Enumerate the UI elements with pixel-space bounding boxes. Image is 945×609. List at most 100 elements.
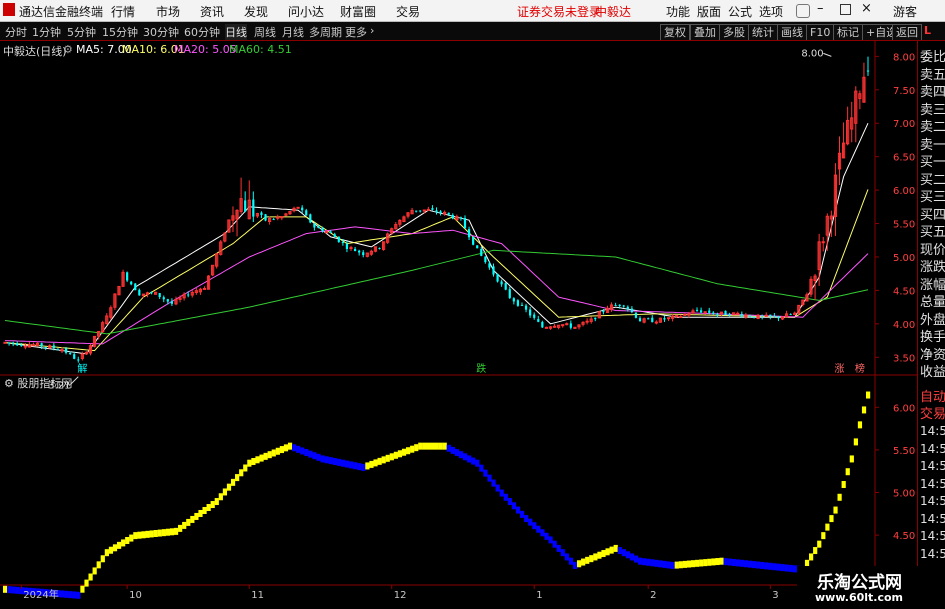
indicator-block — [68, 591, 73, 599]
candle-body-down — [353, 248, 357, 252]
indicator-block — [650, 559, 655, 567]
candle-body-down — [244, 200, 247, 212]
price-tick-label: 3.50 — [893, 353, 915, 364]
candle-body-down — [16, 343, 19, 346]
indicator-block — [585, 556, 590, 564]
indicator-block — [198, 509, 203, 517]
indicator-block — [524, 515, 529, 523]
indicator-block — [271, 449, 276, 457]
guest-user-label[interactable]: 游客 — [893, 3, 917, 20]
candle-body-down — [12, 342, 15, 344]
indicator-block — [300, 447, 305, 455]
indicator-block — [772, 563, 777, 571]
indicator-block — [214, 498, 219, 506]
indicator-block — [11, 586, 16, 594]
indicator-block — [821, 532, 826, 540]
quote-label: 外盘 — [920, 312, 945, 328]
indicator-block — [381, 456, 386, 464]
candle-body-down — [866, 70, 870, 72]
indicator-block — [308, 450, 313, 458]
indicator-block — [169, 528, 175, 536]
indicator-block — [247, 459, 252, 467]
menu-wenxiaoda[interactable]: 问小达 — [288, 3, 324, 20]
candle-body-down — [134, 283, 137, 291]
menu-hangqing[interactable]: 行情 — [111, 3, 135, 20]
candle-body-down — [463, 218, 467, 229]
candle-body-up — [666, 317, 671, 320]
candle-body-down — [431, 208, 434, 210]
indicator-block — [540, 529, 545, 537]
quote-label: 买二 — [920, 172, 945, 188]
menu-faxian[interactable]: 发现 — [244, 3, 268, 20]
candle-body-down — [594, 317, 597, 320]
indicator-block — [776, 563, 781, 571]
quote-label: 总量 — [920, 295, 945, 310]
indicator-block — [430, 442, 435, 450]
candle-body-down — [467, 229, 471, 238]
indicator-block — [353, 462, 358, 470]
close-icon[interactable]: × — [861, 1, 872, 16]
candle-body-down — [345, 243, 349, 249]
candle-body-down — [541, 321, 544, 328]
login-status[interactable]: 证券交易未登录 — [517, 3, 601, 20]
menu-banmian[interactable]: 版面 — [697, 3, 721, 20]
indicator-block — [422, 442, 427, 450]
user-icon[interactable] — [796, 4, 810, 18]
candle-body-up — [675, 314, 679, 317]
candle-body-down — [638, 318, 642, 322]
menu-gongshi[interactable]: 公式 — [728, 3, 752, 20]
menu-caifuquan[interactable]: 财富圈 — [340, 3, 376, 20]
candle-body-down — [69, 352, 72, 354]
menu-shichang[interactable]: 市场 — [156, 3, 180, 20]
chart-grid — [0, 40, 917, 597]
candle-body-up — [324, 231, 329, 234]
candle-body-down — [492, 266, 495, 275]
indicator-block — [471, 457, 476, 465]
candle-body-down — [651, 317, 654, 323]
indicator-block — [410, 445, 415, 453]
candle-body-down — [170, 301, 174, 304]
indicator-block — [495, 484, 500, 492]
watermark: 乐淘公式网 www.60lt.com — [797, 566, 945, 609]
indicator-block — [401, 448, 407, 456]
candle-body-up — [349, 247, 353, 250]
indicator-block — [434, 442, 439, 450]
menu-gongneng[interactable]: 功能 — [666, 3, 690, 20]
menu-jiaoyi[interactable]: 交易 — [396, 3, 420, 20]
indicator-block — [373, 459, 378, 467]
candle-body-down — [313, 223, 316, 228]
candle-body-down — [77, 359, 80, 361]
restore-icon[interactable] — [840, 4, 851, 15]
candle-body-up — [276, 216, 280, 219]
ma-line-ma5 — [4, 122, 869, 355]
current-stock-name: 中毅达 — [595, 5, 632, 19]
indicator-block — [165, 528, 171, 536]
menu-zixun[interactable]: 资讯 — [200, 3, 224, 20]
indicator-block — [593, 553, 598, 561]
candle-body-down — [484, 256, 487, 263]
indicator-block — [499, 489, 504, 497]
date-tick-label: 1 — [536, 590, 542, 601]
minimize-icon[interactable]: – — [817, 1, 824, 16]
indicator-block — [739, 559, 745, 567]
menu-xuanxiang[interactable]: 选项 — [759, 3, 783, 20]
chart-area[interactable]: 8.003.21解跌涨榜 8.007.507.006.506.005.505.0… — [0, 22, 917, 609]
settings-icon[interactable]: ⚙ — [4, 377, 14, 390]
indicator-block — [690, 560, 696, 568]
trade-label[interactable]: 交易 — [920, 403, 945, 422]
indicator-block — [239, 469, 244, 477]
indicator-block — [226, 483, 232, 491]
indicator-block — [849, 455, 854, 463]
indicator-header: ⚙ 股朋指标网 — [4, 375, 72, 391]
indicator-block — [483, 469, 488, 477]
candle-body-down — [647, 318, 650, 320]
candle-body-down — [126, 272, 129, 281]
quote-label: 买三 — [920, 190, 945, 205]
indicator-block — [418, 442, 423, 450]
indicator-block — [686, 560, 692, 568]
date-tick-label: 10 — [129, 590, 142, 601]
indicator-block — [760, 561, 765, 569]
level-l-icon[interactable]: L — [924, 24, 931, 37]
indicator-block — [173, 527, 179, 535]
indicator-block — [467, 455, 472, 463]
